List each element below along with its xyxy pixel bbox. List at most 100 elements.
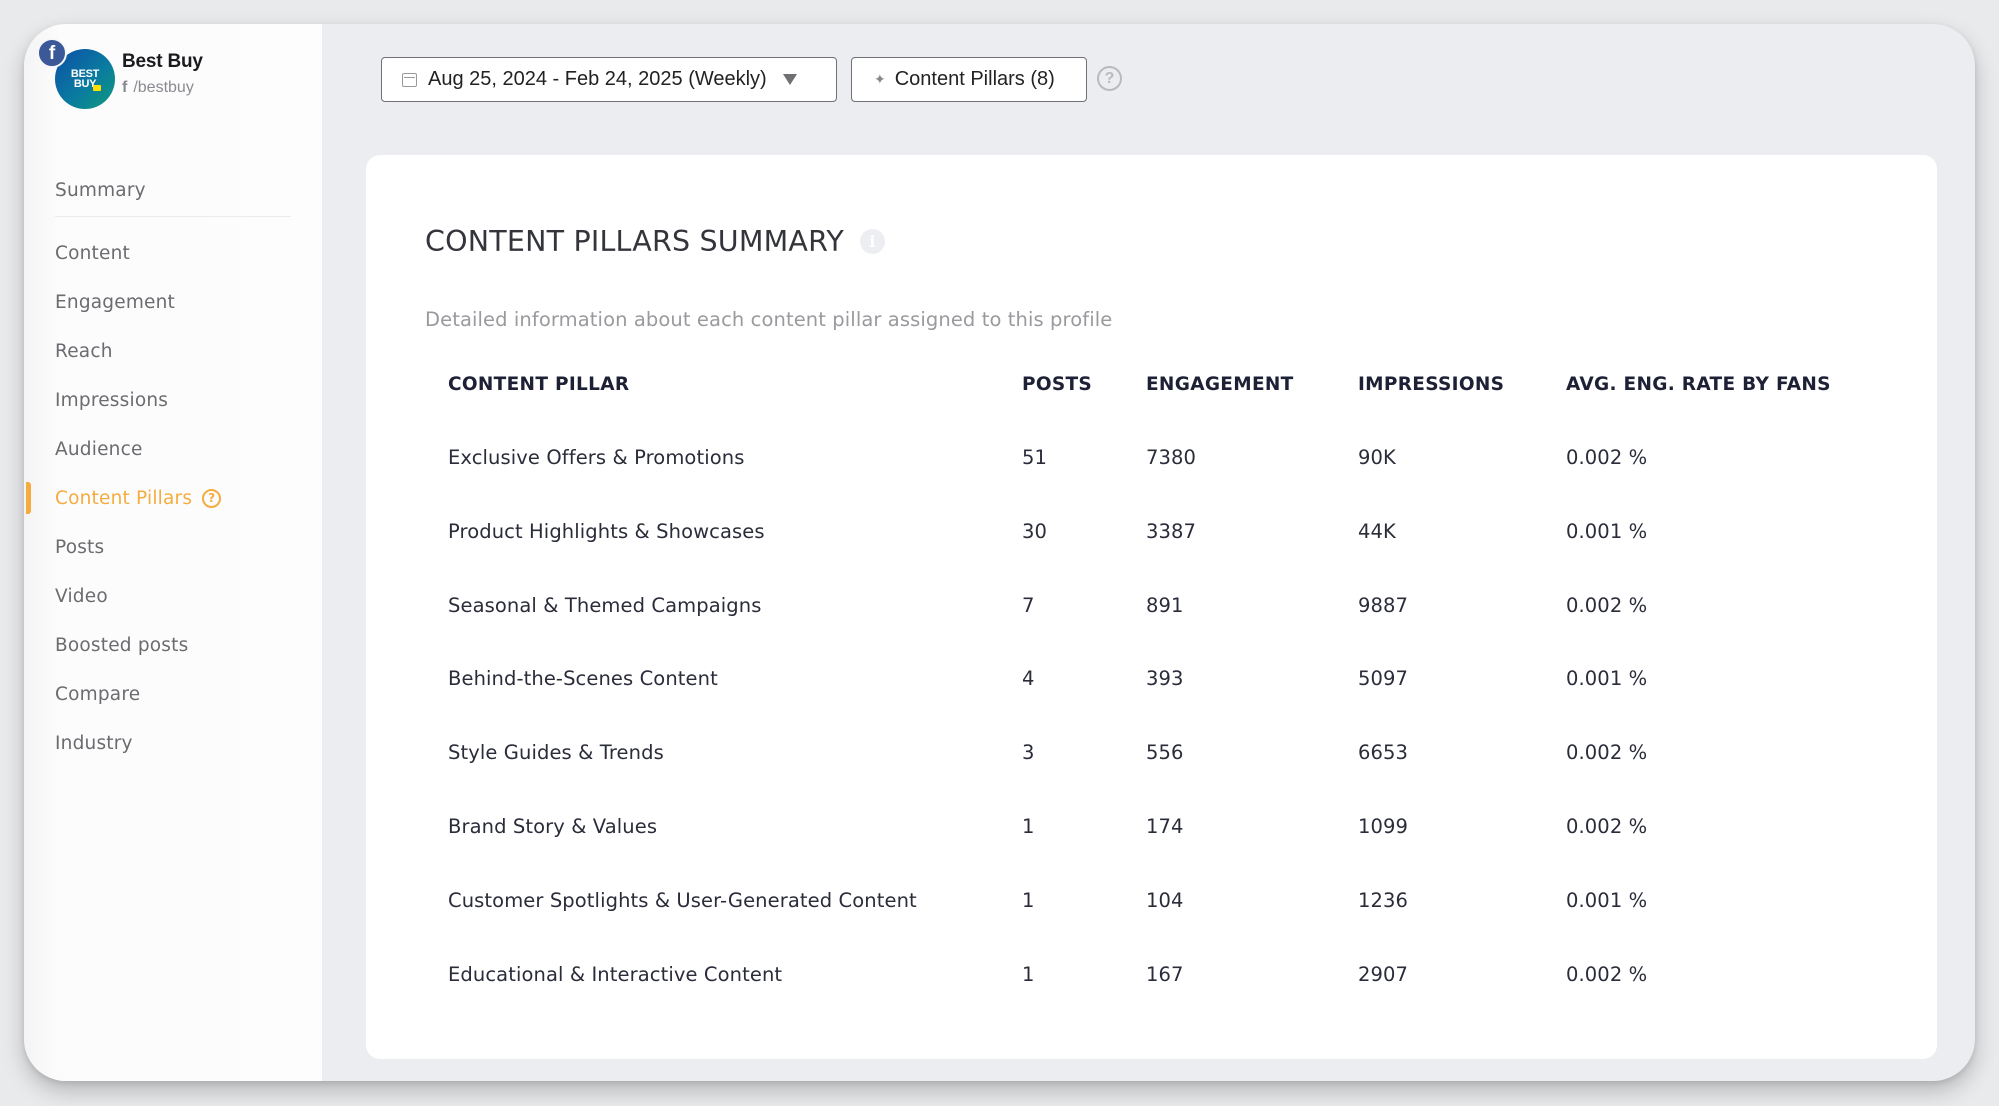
posts-value: 51	[1022, 446, 1048, 469]
content-pillars-button[interactable]: ✦ Content Pillars (8)	[851, 57, 1087, 102]
posts-value: 1	[1022, 815, 1035, 838]
table-row[interactable]: Exclusive Offers & Promotions 51 7380 90K 0.…	[448, 446, 1918, 486]
avg-eng-rate-value: 0.001 %	[1566, 888, 1648, 912]
info-icon[interactable]: i	[859, 229, 885, 254]
sidebar-item-label: Posts	[55, 536, 105, 558]
facebook-icon: f	[37, 38, 67, 68]
sidebar-item-impressions[interactable]: Impressions	[55, 385, 168, 415]
sidebar-item-summary[interactable]: Summary	[55, 175, 146, 205]
impressions-value: 2907	[1358, 962, 1409, 986]
impressions-value: 6653	[1358, 741, 1409, 765]
sidebar-item-label: Engagement	[55, 291, 176, 313]
engagement-value: 7380	[1146, 446, 1197, 469]
impressions-value: 90K	[1358, 446, 1396, 469]
engagement-value: 891	[1146, 593, 1184, 617]
pillar-name: Exclusive Offers & Promotions	[448, 446, 745, 469]
avatar-tag-icon	[93, 85, 101, 91]
help-circle-icon[interactable]: ?	[202, 488, 222, 508]
avg-eng-rate-value: 0.002 %	[1566, 815, 1648, 838]
impressions-value: 44K	[1358, 519, 1396, 543]
sidebar-item-label: Content Pillars	[55, 487, 193, 509]
content-pillars-card: CONTENT PILLARS SUMMARY i Detailed infor…	[366, 155, 1937, 1059]
nav-divider	[55, 216, 291, 217]
impressions-value: 1099	[1358, 815, 1409, 838]
table-row[interactable]: Brand Story & Values 1 174 1099 0.002 %	[448, 815, 1918, 855]
sidebar-item-industry[interactable]: Industry	[55, 728, 133, 758]
date-range-label: Aug 25, 2024 - Feb 24, 2025 (Weekly)	[428, 68, 767, 90]
pillar-name: Behind-the-Scenes Content	[448, 667, 718, 691]
content-pillars-label: Content Pillars (8)	[894, 68, 1055, 90]
avg-eng-rate-value: 0.002 %	[1566, 741, 1648, 765]
sidebar-item-reach[interactable]: Reach	[55, 336, 113, 366]
impressions-value: 5097	[1358, 667, 1409, 691]
pillar-name: Educational & Interactive Content	[448, 962, 783, 986]
avg-eng-rate-value: 0.001 %	[1566, 519, 1648, 543]
pillar-name: Seasonal & Themed Campaigns	[448, 593, 762, 617]
sidebar-item-boosted-posts[interactable]: Boosted posts	[55, 630, 188, 660]
sidebar-item-video[interactable]: Video	[55, 581, 108, 611]
sidebar-item-label: Compare	[55, 683, 141, 705]
engagement-value: 167	[1146, 962, 1184, 986]
profile-handle: f/bestbuy	[122, 79, 194, 97]
avg-eng-rate-value: 0.002 %	[1566, 962, 1648, 986]
posts-value: 4	[1022, 667, 1035, 691]
calendar-icon	[402, 72, 417, 87]
engagement-value: 393	[1146, 667, 1184, 691]
sparkle-icon: ✦	[874, 71, 886, 87]
card-title: CONTENT PILLARS SUMMARY i	[425, 225, 885, 258]
column-header-impressions[interactable]: IMPRESSIONS	[1358, 374, 1504, 395]
caret-down-icon	[782, 74, 797, 85]
engagement-value: 104	[1146, 888, 1184, 912]
profile-handle-text: /bestbuy	[133, 79, 194, 96]
table-row[interactable]: Behind-the-Scenes Content 4 393 5097 0.001 %	[448, 667, 1918, 707]
sidebar-item-label: Boosted posts	[55, 634, 189, 656]
sidebar-item-label: Industry	[55, 732, 133, 754]
engagement-value: 556	[1146, 741, 1184, 765]
sidebar-item-label: Impressions	[55, 389, 169, 411]
posts-value: 3	[1022, 741, 1035, 765]
sidebar-item-content-pillars[interactable]: Content Pillars?	[55, 483, 222, 513]
date-range-dropdown[interactable]: Aug 25, 2024 - Feb 24, 2025 (Weekly)	[381, 57, 837, 102]
table-row[interactable]: Style Guides & Trends 3 556 6653 0.002 %	[448, 741, 1918, 781]
help-circle-icon[interactable]: ?	[1097, 66, 1122, 91]
facebook-small-icon: f	[122, 79, 128, 96]
posts-value: 30	[1022, 519, 1048, 543]
sidebar-item-engagement[interactable]: Engagement	[55, 287, 175, 317]
engagement-value: 3387	[1146, 519, 1197, 543]
sidebar: BEST BUY f Best Buy f/bestbuy Summary Co…	[24, 24, 322, 1081]
pillar-name: Brand Story & Values	[448, 815, 658, 838]
table-header-row: CONTENT PILLAR POSTS ENGAGEMENT IMPRESSI…	[448, 374, 1918, 414]
sidebar-item-compare[interactable]: Compare	[55, 679, 140, 709]
sidebar-item-label: Summary	[55, 179, 146, 201]
column-header-posts[interactable]: POSTS	[1022, 374, 1092, 395]
table-row[interactable]: Educational & Interactive Content 1 167 290…	[448, 963, 1918, 1003]
table-row[interactable]: Product Highlights & Showcases 30 3387 44K 0…	[448, 520, 1918, 560]
pillar-name: Customer Spotlights & User-Generated Con…	[448, 888, 917, 912]
app-window: BEST BUY f Best Buy f/bestbuy Summary Co…	[24, 24, 1975, 1081]
impressions-value: 1236	[1358, 888, 1409, 912]
profile-name: Best Buy	[122, 51, 203, 72]
avg-eng-rate-value: 0.002 %	[1566, 446, 1648, 469]
pillar-name: Product Highlights & Showcases	[448, 519, 765, 543]
profile-header[interactable]: BEST BUY f Best Buy f/bestbuy	[24, 24, 322, 124]
posts-value: 1	[1022, 888, 1035, 912]
card-title-text: CONTENT PILLARS SUMMARY	[425, 225, 844, 258]
facebook-glyph: f	[48, 43, 56, 64]
sidebar-item-audience[interactable]: Audience	[55, 434, 143, 464]
posts-value: 7	[1022, 593, 1035, 617]
column-header-avg-eng-rate[interactable]: AVG. ENG. RATE BY FANS	[1566, 374, 1831, 395]
impressions-value: 9887	[1358, 593, 1409, 617]
card-subtitle: Detailed information about each content …	[425, 308, 1113, 331]
sidebar-item-label: Video	[55, 585, 108, 607]
table-row[interactable]: Customer Spotlights & User-Generated Con…	[448, 889, 1918, 929]
sidebar-item-posts[interactable]: Posts	[55, 532, 104, 562]
table-row[interactable]: Seasonal & Themed Campaigns 7 891 9887 0.002…	[448, 594, 1918, 634]
avg-eng-rate-value: 0.002 %	[1566, 593, 1648, 617]
sidebar-item-label: Audience	[55, 438, 143, 460]
engagement-value: 174	[1146, 815, 1184, 838]
sidebar-item-label: Reach	[55, 340, 113, 362]
column-header-content-pillar[interactable]: CONTENT PILLAR	[448, 374, 629, 395]
posts-value: 1	[1022, 962, 1035, 986]
sidebar-item-content[interactable]: Content	[55, 238, 130, 268]
column-header-engagement[interactable]: ENGAGEMENT	[1146, 374, 1294, 395]
